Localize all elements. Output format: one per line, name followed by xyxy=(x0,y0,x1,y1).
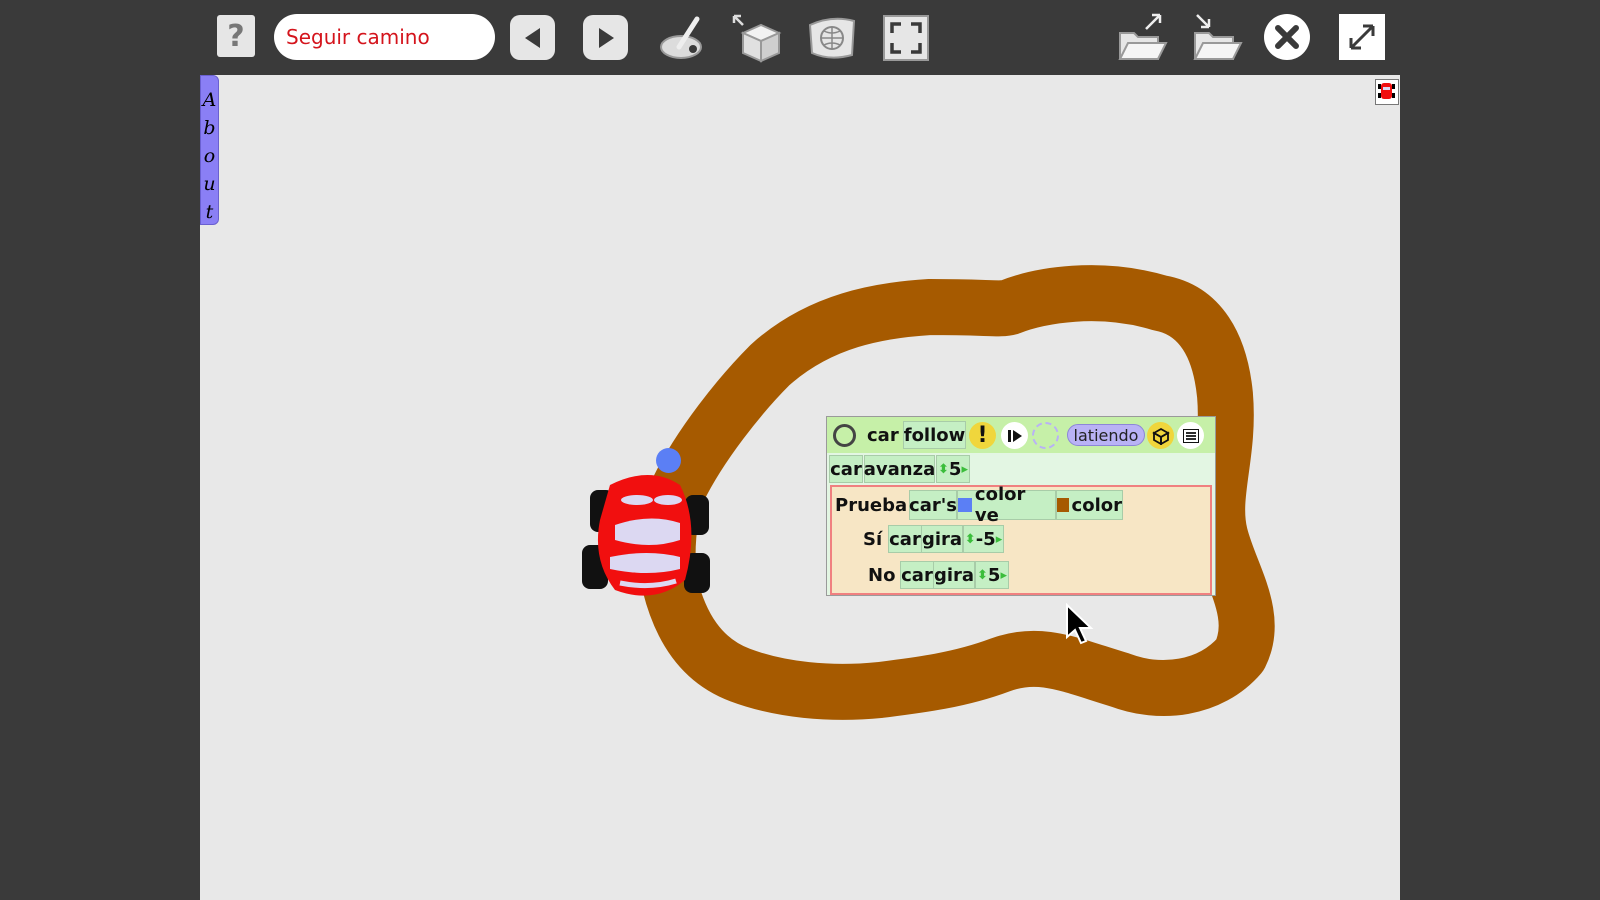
world-button[interactable] xyxy=(805,12,859,64)
stepper-right-icon[interactable]: ▸ xyxy=(996,532,1003,547)
stepper-up-down-icon[interactable]: ⬍ xyxy=(965,532,976,547)
help-icon: ? xyxy=(227,18,245,54)
test-label: Prueba xyxy=(835,494,908,516)
supplies-button[interactable] xyxy=(730,12,784,64)
stepper-up-down-icon[interactable]: ⬍ xyxy=(977,568,988,583)
no-value: 5 xyxy=(987,564,1001,586)
expand-arrows-icon xyxy=(1349,24,1375,50)
stepper-right-icon[interactable]: ▸ xyxy=(1000,568,1007,583)
globe-world-icon xyxy=(808,17,856,59)
close-script-button[interactable] xyxy=(833,424,856,447)
supplies-box-icon xyxy=(732,14,782,63)
test-player-tile[interactable]: car's xyxy=(909,490,957,520)
load-project-button[interactable] xyxy=(1115,12,1169,64)
script-name-field[interactable]: follow xyxy=(903,421,966,449)
forward-value: 5 xyxy=(948,458,962,480)
test-block[interactable]: Prueba car's color ve color Sí car gira … xyxy=(830,484,1212,595)
project-name-field[interactable] xyxy=(274,14,495,60)
fullscreen-icon xyxy=(883,15,929,61)
exclamation-icon[interactable]: ! xyxy=(969,422,996,449)
expand-button[interactable] xyxy=(1339,14,1385,60)
yes-player-tile[interactable]: car xyxy=(888,525,922,553)
paintbrush-icon xyxy=(660,16,702,59)
box-tool-icon xyxy=(1151,427,1170,445)
stop-button[interactable] xyxy=(1263,13,1311,61)
stepper-up-down-icon[interactable]: ⬍ xyxy=(938,462,949,477)
no-value-tile[interactable]: ⬍ 5 ▸ xyxy=(975,561,1009,589)
next-page-button[interactable] xyxy=(583,15,628,60)
script-editor[interactable]: car follow ! latiendo car avanza ⬍ 5 ▸ Pru… xyxy=(826,416,1216,596)
red-car-sprite[interactable] xyxy=(580,465,715,605)
no-player-tile[interactable]: car xyxy=(900,561,934,589)
paint-button[interactable] xyxy=(656,12,710,64)
clock-icon[interactable] xyxy=(1032,422,1059,449)
top-toolbar: ? xyxy=(200,0,1400,75)
yes-label: Sí xyxy=(863,528,883,550)
step-button[interactable] xyxy=(1001,422,1028,449)
arrow-left-icon xyxy=(524,27,540,48)
forward-command-tile[interactable]: avanza xyxy=(864,455,935,483)
yes-value: -5 xyxy=(975,528,996,550)
target-color-tile[interactable]: color xyxy=(1056,490,1123,520)
no-command-tile[interactable]: gira xyxy=(933,561,975,589)
previous-page-button[interactable] xyxy=(510,15,555,60)
save-project-button[interactable] xyxy=(1190,12,1244,64)
brown-track xyxy=(639,265,1275,720)
fullscreen-world-button[interactable] xyxy=(880,12,934,64)
close-x-icon xyxy=(1264,14,1310,60)
world-canvas[interactable]: A b o u t car follow ! latiendo car avan… xyxy=(200,75,1400,900)
arrow-right-icon xyxy=(598,27,614,48)
step-play-icon xyxy=(1007,429,1022,442)
no-label: No xyxy=(868,564,896,586)
stepper-right-icon[interactable]: ▸ xyxy=(961,462,968,477)
mouse-pointer-icon xyxy=(1066,603,1094,645)
sees-color-label: color ve xyxy=(974,484,1026,526)
menu-icon xyxy=(1182,428,1199,443)
help-button[interactable]: ? xyxy=(217,15,255,57)
yes-command-tile[interactable]: gira xyxy=(921,525,963,553)
forward-value-tile[interactable]: ⬍ 5 ▸ xyxy=(936,455,970,483)
brown-swatch xyxy=(1057,498,1069,512)
folder-save-icon xyxy=(1193,14,1243,60)
folder-open-icon xyxy=(1118,13,1168,60)
yes-value-tile[interactable]: ⬍ -5 ▸ xyxy=(963,525,1004,553)
forward-player-tile[interactable]: car xyxy=(829,455,863,483)
sees-color-tile[interactable]: color ve xyxy=(957,484,1056,526)
script-tools-button[interactable] xyxy=(1147,422,1174,449)
script-player-label: car xyxy=(867,424,899,446)
target-color-label: color xyxy=(1071,494,1122,516)
ticking-toggle[interactable]: latiendo xyxy=(1067,424,1145,446)
script-menu-button[interactable] xyxy=(1177,422,1204,449)
blue-swatch xyxy=(958,498,972,512)
